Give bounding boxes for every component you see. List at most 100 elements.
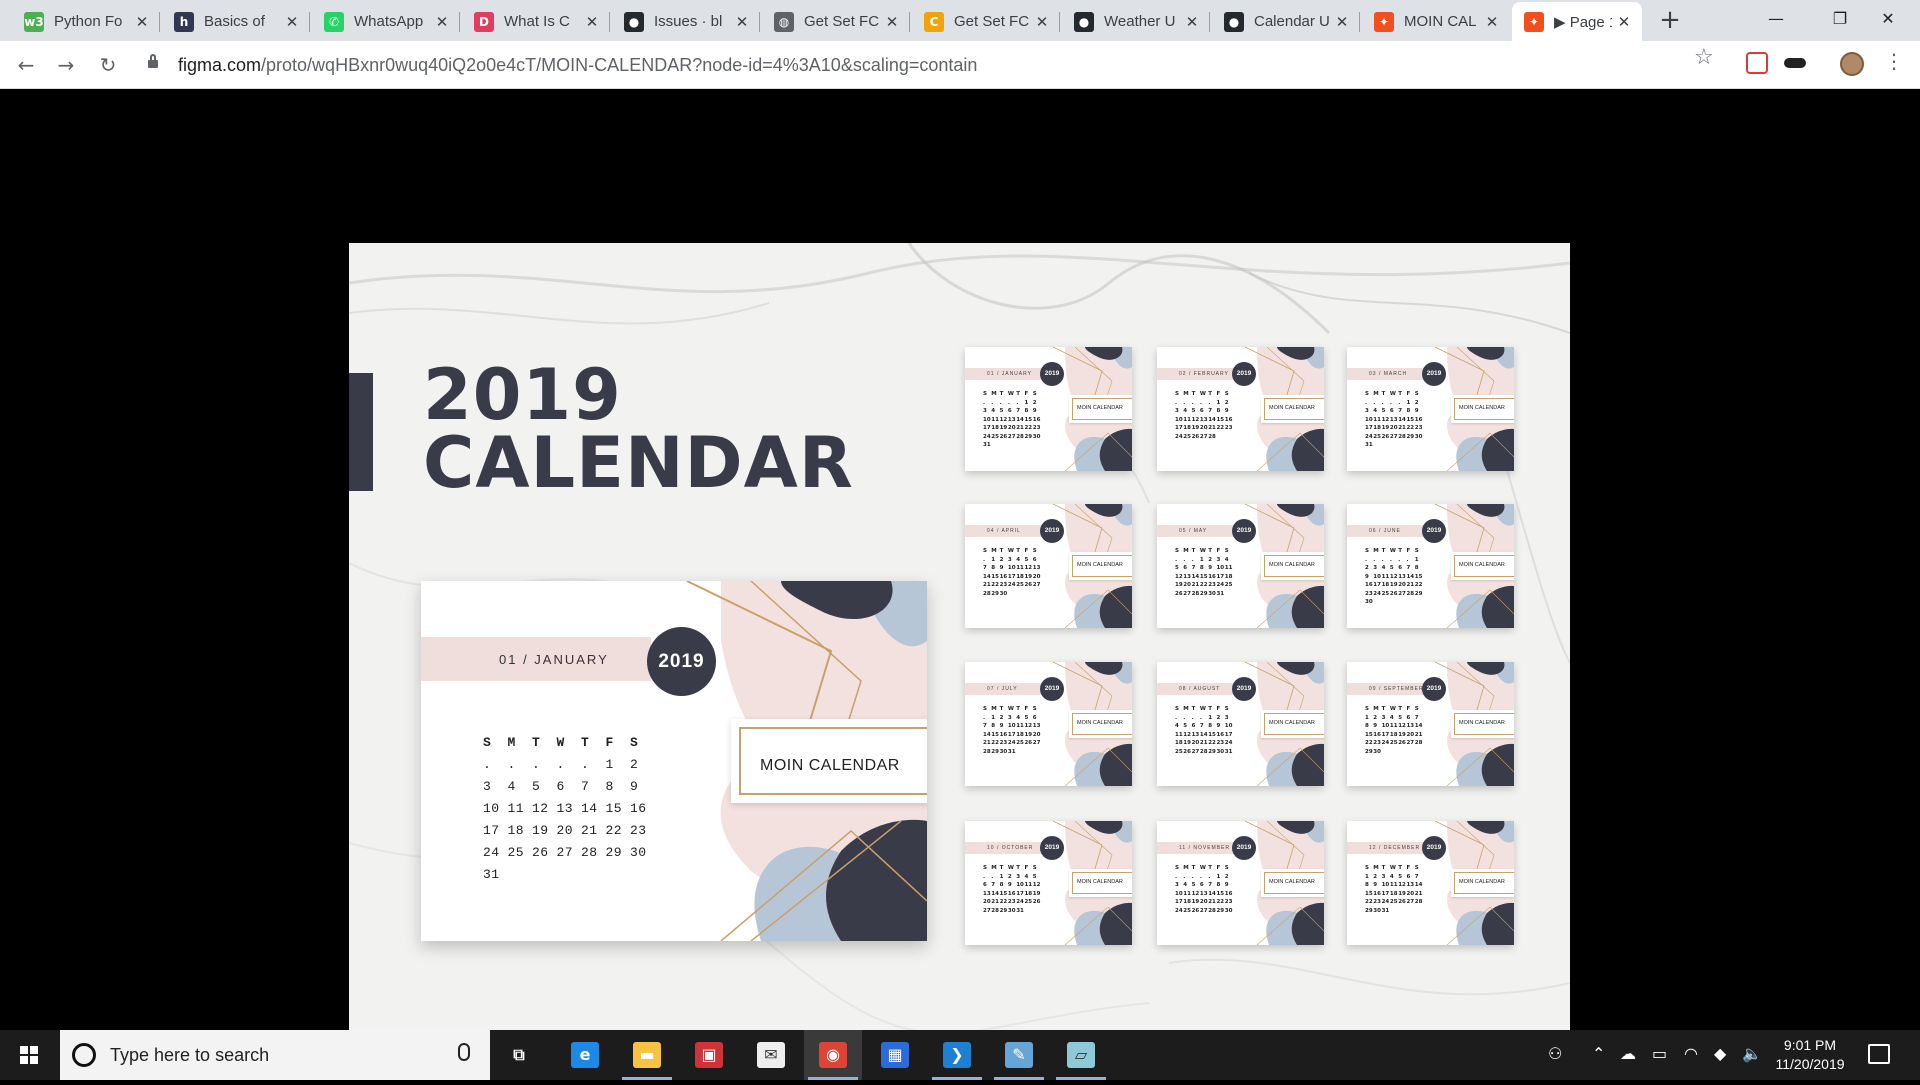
menu-kebab-icon[interactable]: ⋮ bbox=[1884, 49, 1904, 73]
day-cell: 13 bbox=[1183, 573, 1191, 580]
day-cell: 3 bbox=[1373, 565, 1378, 571]
month-thumbnail[interactable]: 03 / MARCH 2019 S M T W T F S..... 1 2 3 4 5 6 7 8 9 10 11 1… bbox=[1347, 347, 1514, 471]
profile-avatar[interactable] bbox=[1840, 52, 1864, 76]
week-row: 21 22 23 24 25 26 27 bbox=[983, 740, 1041, 749]
day-cell: 21 bbox=[1398, 425, 1406, 431]
browser-tab[interactable]: ● Weather U ✕ bbox=[1062, 2, 1210, 41]
month-thumbnail[interactable]: 11 / NOVEMBER 2019 S M T W T F S..... 1 2 3 4 5 6 7 8 9 10… bbox=[1157, 821, 1324, 945]
browser-tab[interactable]: ✆ WhatsApp ✕ bbox=[312, 2, 460, 41]
start-button[interactable] bbox=[0, 1030, 60, 1080]
day-cell: 5 bbox=[1389, 565, 1394, 571]
month-thumbnail[interactable]: 07 / JULY 2019 S M T W T F S. 1 2 3 4 5 6 7 8 9 10 11 12 13 14… bbox=[965, 662, 1132, 786]
browser-tab[interactable]: w3 Python Fo ✕ bbox=[12, 2, 160, 41]
tab-close-icon[interactable]: ✕ bbox=[1480, 13, 1504, 31]
browser-tab[interactable]: ✦ ▶ Page 1 ✕ bbox=[1512, 2, 1642, 41]
taskbar-app-button[interactable]: ❯ bbox=[928, 1030, 986, 1080]
lock-icon bbox=[148, 54, 158, 70]
day-cell: 18 bbox=[1024, 890, 1033, 897]
month-thumbnail[interactable]: 09 / SEPTEMBER 2019 S M T W T F S 1 2 3 4 5 6 7 8 9 10 11 12… bbox=[1347, 662, 1514, 786]
month-thumbnail[interactable]: 12 / DECEMBER 2019 S M T W T F S 1 2 3 4 5 6 7 8 9 10 11 12 1… bbox=[1347, 821, 1514, 945]
month-thumbnail[interactable]: 05 / MAY 2019 S M T W T F S... 1 2 3 4 5 6 7 8 9 10 11 12 13 1… bbox=[1157, 504, 1324, 628]
incognito-extension-icon[interactable] bbox=[1784, 58, 1806, 68]
wifi-icon[interactable]: ◠ bbox=[1684, 1044, 1698, 1063]
tab-close-icon[interactable]: ✕ bbox=[730, 13, 754, 31]
tab-close-icon[interactable]: ✕ bbox=[1030, 13, 1054, 31]
tab-close-icon[interactable]: ✕ bbox=[1180, 13, 1204, 31]
day-cell: 21 bbox=[1208, 425, 1216, 431]
weekday-label: S bbox=[1365, 548, 1369, 554]
calendar-title: 2019 CALENDAR bbox=[423, 360, 854, 498]
show-hidden-icons-chevron-icon[interactable]: ⌃ bbox=[1592, 1044, 1605, 1063]
month-thumbnail[interactable]: 02 / FEBRUARY 2019 S M T W T F S..... 1 2 3 4 5 6 7 8 9 10… bbox=[1157, 347, 1324, 471]
month-thumbnail[interactable]: 04 / APRIL 2019 S M T W T F S. 1 2 3 4 5 6 7 8 9 10 11 12 13 1… bbox=[965, 504, 1132, 628]
new-tab-button[interactable]: + bbox=[1656, 6, 1684, 34]
day-cell: 1 bbox=[1414, 556, 1419, 563]
tab-close-icon[interactable]: ✕ bbox=[130, 13, 154, 31]
day-cell: 23 bbox=[1373, 740, 1381, 746]
action-center-icon[interactable] bbox=[1868, 1044, 1890, 1064]
browser-tab[interactable]: ● Calendar U ✕ bbox=[1212, 2, 1360, 41]
volume-muted-icon[interactable]: 🔈 bbox=[1742, 1044, 1762, 1063]
tab-close-icon[interactable]: ✕ bbox=[430, 13, 454, 31]
taskbar-app-button[interactable]: e bbox=[556, 1030, 614, 1080]
weekday-header-row: SMTWTFS bbox=[1365, 548, 1423, 557]
battery-icon[interactable]: ▭ bbox=[1652, 1044, 1667, 1063]
browser-tab[interactable]: ✦ MOIN CAL ✕ bbox=[1362, 2, 1510, 41]
microphone-icon[interactable] bbox=[458, 1043, 470, 1061]
day-cell: 3 bbox=[1381, 873, 1386, 880]
browser-tab[interactable]: D What Is C ✕ bbox=[462, 2, 610, 41]
close-window-button[interactable]: ✕ bbox=[1856, 0, 1920, 38]
browser-tab[interactable]: ◍ Get Set FC ✕ bbox=[762, 2, 910, 41]
taskbar-app-button[interactable]: ✎ bbox=[990, 1030, 1048, 1080]
browser-tab[interactable]: C Get Set FC ✕ bbox=[912, 2, 1060, 41]
taskbar-search-box[interactable]: Type here to search bbox=[60, 1030, 490, 1080]
pocket-extension-icon[interactable] bbox=[1746, 52, 1768, 74]
back-button[interactable]: ← bbox=[10, 49, 42, 81]
taskbar-app-button[interactable]: ▬ bbox=[618, 1030, 676, 1080]
tab-close-icon[interactable]: ✕ bbox=[1330, 13, 1354, 31]
system-clock[interactable]: 9:01 PM 11/20/2019 bbox=[1770, 1036, 1850, 1074]
forward-button[interactable]: → bbox=[50, 49, 82, 81]
taskbar-app-button[interactable]: ⧉ bbox=[490, 1030, 548, 1080]
browser-tab[interactable]: h Basics of ✕ bbox=[162, 2, 310, 41]
day-cell: 21 bbox=[983, 740, 991, 746]
minimize-button[interactable]: — bbox=[1744, 0, 1808, 38]
reload-button[interactable]: ↻ bbox=[92, 49, 124, 81]
day-cell: 14 bbox=[1199, 731, 1208, 738]
onedrive-icon[interactable]: ☁ bbox=[1620, 1044, 1636, 1063]
edge-icon: e bbox=[571, 1042, 599, 1068]
dropbox-icon[interactable]: ◆ bbox=[1714, 1044, 1726, 1063]
taskbar-app-button[interactable]: ◉ bbox=[804, 1030, 862, 1080]
people-icon[interactable]: ⚇ bbox=[1548, 1044, 1562, 1063]
day-cell: 15 bbox=[991, 573, 999, 580]
tab-close-icon[interactable]: ✕ bbox=[580, 13, 604, 31]
tab-close-icon[interactable]: ✕ bbox=[280, 13, 304, 31]
month-thumbnail[interactable]: 06 / JUNE 2019 S M T W T F S...... 1 2 3 4 5 6 7 8 9 10 11 1… bbox=[1347, 504, 1514, 628]
taskbar-app-button[interactable]: ▣ bbox=[680, 1030, 738, 1080]
tab-strip: w3 Python Fo ✕ h Basics of ✕ ✆ WhatsApp ✕ D What I… bbox=[0, 0, 1920, 41]
bookmark-star-icon[interactable]: ☆ bbox=[1694, 45, 1714, 70]
day-cell: 8 bbox=[1365, 723, 1369, 729]
brand-label: MOIN CALENDAR bbox=[1269, 562, 1315, 568]
month-thumbnail[interactable]: 08 / AUGUST 2019 S M T W T F S.... 1 2 3 4 5 6 7 8 9 10 11 1… bbox=[1157, 662, 1324, 786]
tab-title: MOIN CAL bbox=[1404, 13, 1477, 30]
weekday-header-row: SMTWTFS bbox=[1175, 706, 1233, 715]
address-bar[interactable]: figma.com/proto/wqHBxnr0wuq40iQ2o0e4cT/M… bbox=[140, 47, 1720, 83]
weekday-label: F bbox=[1216, 391, 1221, 397]
taskbar-app-button[interactable]: ▦ bbox=[866, 1030, 924, 1080]
tab-close-icon[interactable]: ✕ bbox=[880, 13, 904, 31]
day-cell: 2 bbox=[999, 556, 1004, 563]
day-cell: 21 bbox=[991, 899, 999, 905]
day-cell bbox=[1406, 908, 1414, 917]
tab-title: Basics of bbox=[204, 13, 265, 30]
month-thumbnail[interactable]: 10 / OCTOBER 2019 S M T W T F S.. 1 2 3 4 5 6 7 8 9 10 11 12… bbox=[965, 821, 1132, 945]
weekday-label: W bbox=[1199, 706, 1206, 712]
browser-tab[interactable]: ● Issues · bl ✕ bbox=[612, 2, 760, 41]
taskbar-app-button[interactable]: ✉ bbox=[742, 1030, 800, 1080]
month-thumbnail[interactable]: 01 / JANUARY 2019 S M T W T F S..... 1 2 3 4 5 6 7 8 9 10 1… bbox=[965, 347, 1132, 471]
taskbar-app-button[interactable]: ▱ bbox=[1052, 1030, 1110, 1080]
browser-toolbar: ← → ↻ figma.com/proto/wqHBxnr0wuq40iQ2o0… bbox=[0, 41, 1920, 89]
day-cell bbox=[630, 867, 655, 889]
week-row: 3456789 bbox=[1175, 408, 1233, 417]
tab-close-icon[interactable]: ✕ bbox=[1612, 13, 1636, 31]
